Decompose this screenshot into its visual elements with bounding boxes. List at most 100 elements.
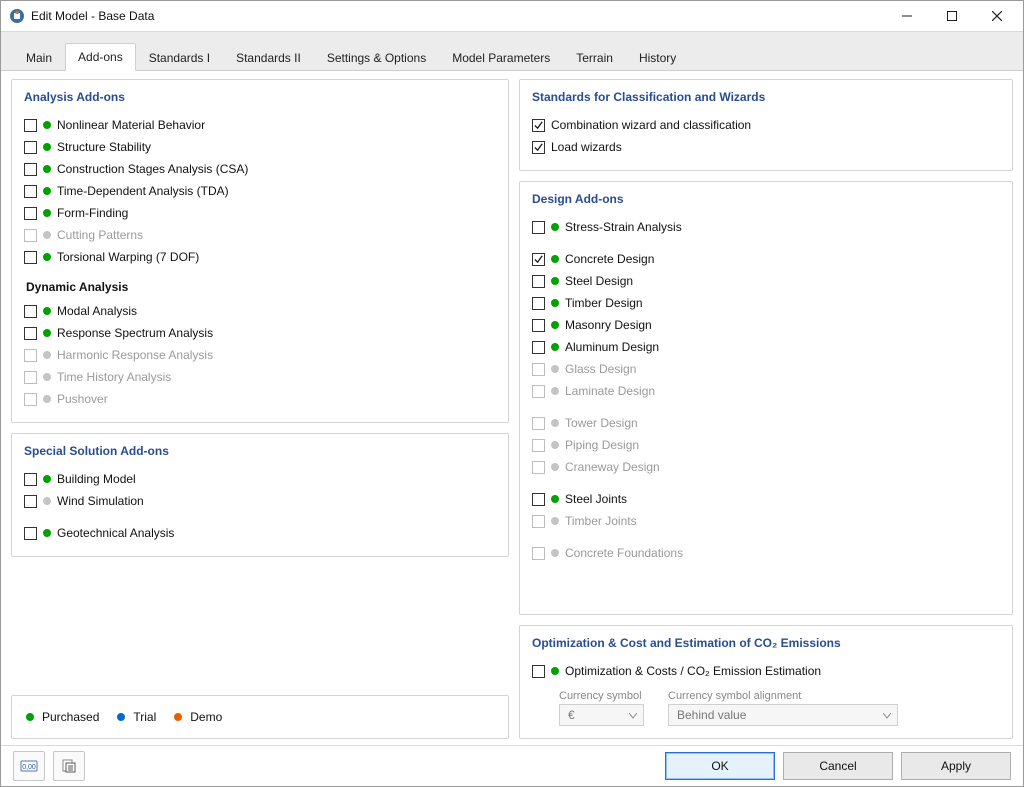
body: Analysis Add-ons Nonlinear Material Beha… (1, 71, 1023, 745)
checkbox[interactable] (532, 341, 545, 354)
checkbox[interactable] (24, 141, 37, 154)
checkbox[interactable] (532, 297, 545, 310)
tab-terrain[interactable]: Terrain (563, 44, 626, 71)
checkbox[interactable] (24, 119, 37, 132)
option-optimization-costs[interactable]: Optimization & Costs / CO₂ Emission Esti… (532, 660, 1000, 682)
option-label: Harmonic Response Analysis (57, 348, 213, 362)
option-analysis-nonlinear-material-behavior[interactable]: Nonlinear Material Behavior (24, 114, 496, 136)
option-label: Cutting Patterns (57, 228, 143, 242)
option-design-stress-strain-analysis[interactable]: Stress-Strain Analysis (532, 216, 1000, 238)
checkbox (532, 461, 545, 474)
tab-history[interactable]: History (626, 44, 689, 71)
currency-alignment-select[interactable]: Behind value (668, 704, 898, 726)
option-standards-combination-wizard-and-classification[interactable]: Combination wizard and classification (532, 114, 1000, 136)
checkbox[interactable] (532, 119, 545, 132)
status-dot-icon (43, 395, 51, 403)
panel-title: Special Solution Add-ons (24, 444, 496, 458)
close-button[interactable] (974, 2, 1019, 30)
option-label: Masonry Design (565, 318, 652, 332)
option-design-concrete-foundations: Concrete Foundations (532, 542, 1000, 564)
svg-text:0,00: 0,00 (22, 764, 36, 771)
checkbox[interactable] (532, 275, 545, 288)
checkbox[interactable] (24, 163, 37, 176)
option-label: Timber Design (565, 296, 643, 310)
sub-title-dynamic: Dynamic Analysis (26, 280, 496, 294)
maximize-button[interactable] (929, 2, 974, 30)
option-design-timber-joints: Timber Joints (532, 510, 1000, 532)
checkbox[interactable] (24, 207, 37, 220)
option-label: Nonlinear Material Behavior (57, 118, 205, 132)
option-design-masonry-design[interactable]: Masonry Design (532, 314, 1000, 336)
checkbox[interactable] (532, 141, 545, 154)
select-value: Behind value (677, 708, 746, 722)
checkbox (532, 547, 545, 560)
option-design-steel-design[interactable]: Steel Design (532, 270, 1000, 292)
checkbox[interactable] (24, 327, 37, 340)
footer-toolbar: 0,00 OK Cancel Apply (1, 745, 1023, 786)
option-label: Optimization & Costs / CO₂ Emission Esti… (565, 664, 821, 678)
option-label: Response Spectrum Analysis (57, 326, 213, 340)
option-design-timber-design[interactable]: Timber Design (532, 292, 1000, 314)
status-dot-icon (551, 419, 559, 427)
tab-main[interactable]: Main (13, 44, 65, 71)
option-special-geotechnical-analysis[interactable]: Geotechnical Analysis (24, 522, 496, 544)
option-dynamic-harmonic-response-analysis: Harmonic Response Analysis (24, 344, 496, 366)
status-dot-icon (43, 351, 51, 359)
option-label: Construction Stages Analysis (CSA) (57, 162, 248, 176)
option-analysis-construction-stages-analysis-csa[interactable]: Construction Stages Analysis (CSA) (24, 158, 496, 180)
minimize-button[interactable] (884, 2, 929, 30)
apply-button[interactable]: Apply (901, 752, 1011, 780)
cancel-button[interactable]: Cancel (783, 752, 893, 780)
currency-symbol-select[interactable]: € (559, 704, 644, 726)
legend-demo: Demo (190, 710, 222, 724)
checkbox (532, 417, 545, 430)
option-dynamic-response-spectrum-analysis[interactable]: Response Spectrum Analysis (24, 322, 496, 344)
status-dot-icon (43, 231, 51, 239)
option-dynamic-modal-analysis[interactable]: Modal Analysis (24, 300, 496, 322)
checkbox[interactable] (532, 493, 545, 506)
checkbox[interactable] (24, 473, 37, 486)
status-dot-icon (43, 373, 51, 381)
option-design-steel-joints[interactable]: Steel Joints (532, 488, 1000, 510)
checkbox[interactable] (24, 305, 37, 318)
option-standards-load-wizards[interactable]: Load wizards (532, 136, 1000, 158)
tab-model-parameters[interactable]: Model Parameters (439, 44, 563, 71)
tab-add-ons[interactable]: Add-ons (65, 43, 136, 71)
option-label: Combination wizard and classification (551, 118, 751, 132)
tab-standards-i[interactable]: Standards I (136, 44, 223, 71)
checkbox (24, 229, 37, 242)
units-button[interactable]: 0,00 (13, 751, 45, 781)
option-analysis-form-finding[interactable]: Form-Finding (24, 202, 496, 224)
option-special-building-model[interactable]: Building Model (24, 468, 496, 490)
checkbox[interactable] (24, 527, 37, 540)
option-design-tower-design: Tower Design (532, 412, 1000, 434)
option-label: Load wizards (551, 140, 622, 154)
status-dot-icon (43, 187, 51, 195)
checkbox[interactable] (24, 185, 37, 198)
option-special-wind-simulation[interactable]: Wind Simulation (24, 490, 496, 512)
status-dot-icon (551, 667, 559, 675)
checkbox[interactable] (24, 495, 37, 508)
checkbox (532, 385, 545, 398)
status-dot-icon (43, 165, 51, 173)
copy-data-button[interactable] (53, 751, 85, 781)
ok-button[interactable]: OK (665, 752, 775, 780)
checkbox[interactable] (532, 319, 545, 332)
status-dot-icon (551, 441, 559, 449)
tab-settings-options[interactable]: Settings & Options (314, 44, 439, 71)
checkbox[interactable] (532, 253, 545, 266)
tab-standards-ii[interactable]: Standards II (223, 44, 314, 71)
option-label: Time-Dependent Analysis (TDA) (57, 184, 229, 198)
option-analysis-torsional-warping-7-dof[interactable]: Torsional Warping (7 DOF) (24, 246, 496, 268)
status-dot-icon (43, 209, 51, 217)
panel-title: Optimization & Cost and Estimation of CO… (532, 636, 1000, 650)
checkbox[interactable] (532, 221, 545, 234)
option-analysis-time-dependent-analysis-tda[interactable]: Time-Dependent Analysis (TDA) (24, 180, 496, 202)
option-design-aluminum-design[interactable]: Aluminum Design (532, 336, 1000, 358)
option-design-concrete-design[interactable]: Concrete Design (532, 248, 1000, 270)
checkbox[interactable] (532, 665, 545, 678)
option-analysis-structure-stability[interactable]: Structure Stability (24, 136, 496, 158)
checkbox[interactable] (24, 251, 37, 264)
panel-optimization: Optimization & Cost and Estimation of CO… (519, 625, 1013, 739)
window-title: Edit Model - Base Data (31, 9, 154, 23)
